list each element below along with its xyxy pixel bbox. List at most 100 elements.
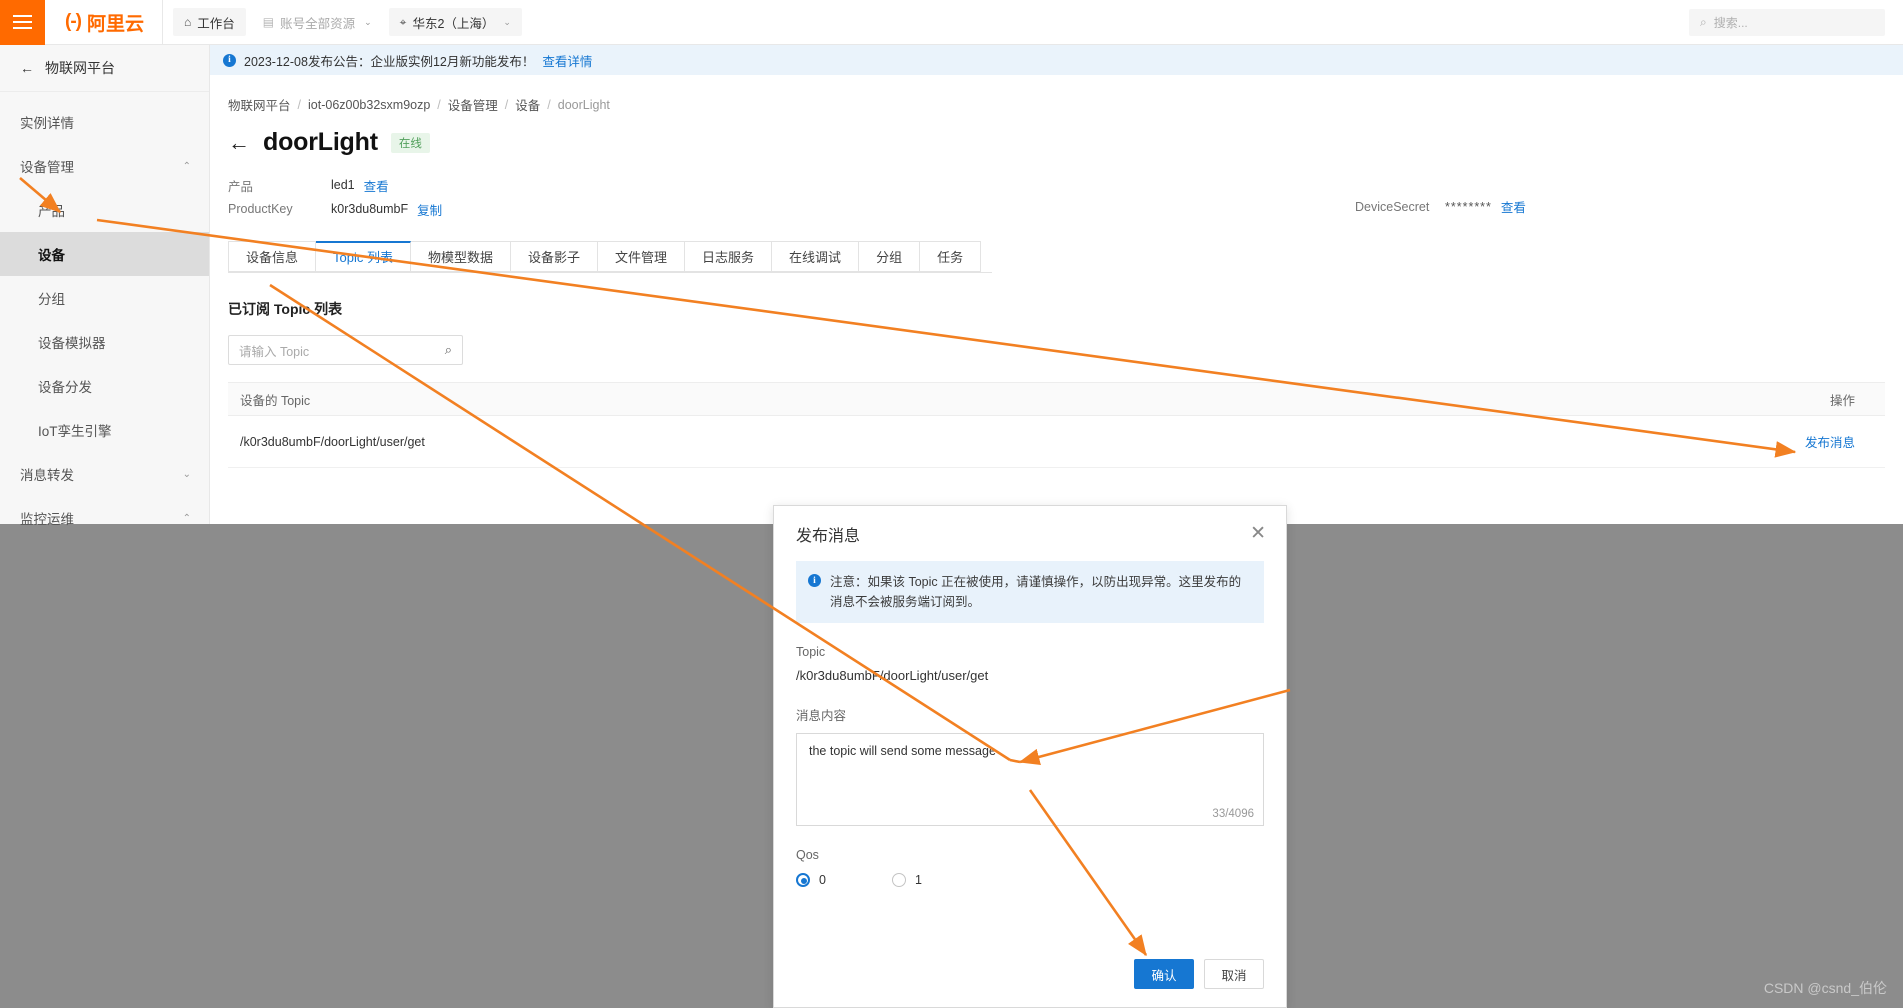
close-icon[interactable]: ✕ bbox=[1250, 524, 1266, 543]
device-secret-value: ******** bbox=[1445, 199, 1492, 214]
announcement-banner: i 2023-12-08发布公告：企业版实例12月新功能发布！ 查看详情 bbox=[210, 45, 1903, 75]
aliyun-logo[interactable]: (-) 阿里云 bbox=[45, 0, 163, 45]
tab-online-debug[interactable]: 在线调试 bbox=[772, 241, 860, 272]
info-icon: i bbox=[808, 574, 821, 587]
sidebar-item-label: 监控运维 bbox=[20, 512, 74, 527]
resources-icon: ▤ bbox=[262, 15, 275, 29]
sidebar-item-device-distribution[interactable]: 设备分发 bbox=[0, 364, 209, 408]
breadcrumb-separator: / bbox=[547, 97, 551, 112]
tab-thing-model-data[interactable]: 物模型数据 bbox=[410, 241, 511, 272]
sidebar-item-label: 产品 bbox=[38, 204, 65, 219]
aliyun-brand-text: 阿里云 bbox=[86, 13, 144, 35]
sidebar-item-groups[interactable]: 分组 bbox=[0, 276, 209, 320]
global-search-placeholder: 搜索... bbox=[1713, 16, 1748, 30]
sidebar-item-iot-twin-engine[interactable]: IoT孪生引擎 bbox=[0, 408, 209, 452]
nav-all-resources-button[interactable]: ▤ 账号全部资源 ⌄ bbox=[251, 8, 383, 36]
sidebar-item-device-simulator[interactable]: 设备模拟器 bbox=[0, 320, 209, 364]
view-device-secret-link[interactable]: 查看 bbox=[1501, 197, 1526, 216]
breadcrumb: 物联网平台 / iot-06z00b32sxm9ozp / 设备管理 / 设备 … bbox=[210, 75, 1903, 114]
global-search-input[interactable]: ⌕ 搜索... bbox=[1689, 9, 1885, 36]
tab-device-shadow[interactable]: 设备影子 bbox=[511, 241, 599, 272]
hamburger-menu-icon[interactable] bbox=[0, 0, 45, 45]
tab-tasks[interactable]: 任务 bbox=[920, 241, 982, 272]
sidebar-item-products[interactable]: 产品 bbox=[0, 188, 209, 232]
qos-radio-0[interactable]: 0 bbox=[796, 873, 826, 887]
search-icon: ⌕ bbox=[1700, 15, 1707, 29]
sidebar-item-label: 设备分发 bbox=[38, 380, 92, 395]
nav-workbench-button[interactable]: ⌂ 工作台 bbox=[173, 8, 246, 36]
dialog-title: 发布消息 bbox=[796, 527, 861, 545]
message-content-textarea[interactable]: the topic will send some message 33/4096 bbox=[796, 733, 1264, 826]
sidebar-item-label: IoT孪生引擎 bbox=[38, 424, 112, 439]
tab-log-service[interactable]: 日志服务 bbox=[685, 241, 773, 272]
device-meta: 产品 led1 查看 ProductKey k0r3du8umbF 复制 Dev… bbox=[210, 157, 1903, 221]
sidebar-item-devices[interactable]: 设备 bbox=[0, 232, 209, 276]
confirm-button[interactable]: 确认 bbox=[1134, 959, 1194, 989]
location-icon: ⌖ bbox=[399, 14, 407, 29]
page-title-row: ← doorLight 在线 bbox=[210, 114, 1903, 157]
dialog-header: 发布消息 ✕ bbox=[774, 506, 1286, 561]
sidebar-header-label: 物联网平台 bbox=[45, 60, 115, 76]
breadcrumb-item-3[interactable]: 设备 bbox=[515, 95, 540, 114]
dialog-footer: 确认 取消 bbox=[1134, 959, 1264, 989]
nav-workbench-label: 工作台 bbox=[197, 16, 235, 31]
main-content: i 2023-12-08发布公告：企业版实例12月新功能发布！ 查看详情 物联网… bbox=[210, 45, 1903, 524]
breadcrumb-item-0[interactable]: 物联网平台 bbox=[228, 95, 291, 114]
tab-device-info[interactable]: 设备信息 bbox=[228, 241, 317, 272]
device-meta-key: 产品 bbox=[228, 179, 254, 194]
publish-message-link[interactable]: 发布消息 bbox=[1805, 436, 1855, 450]
qos-radio-1[interactable]: 1 bbox=[891, 873, 922, 887]
section-title: 已订阅 Topic 列表 bbox=[228, 301, 343, 317]
sidebar: ← 物联网平台 实例详情 设备管理 ⌃ 产品 设备 分组 设备模拟器 设备分发 … bbox=[0, 45, 210, 527]
nav-region-button[interactable]: ⌖ 华东2（上海） ⌄ bbox=[388, 8, 522, 36]
sidebar-menu: 实例详情 设备管理 ⌃ 产品 设备 分组 设备模拟器 设备分发 IoT孪生引擎 … bbox=[0, 92, 209, 540]
breadcrumb-item-1[interactable]: iot-06z00b32sxm9ozp bbox=[308, 98, 430, 112]
aliyun-mark-icon: (-) bbox=[65, 11, 82, 32]
sidebar-back-header[interactable]: ← 物联网平台 bbox=[0, 45, 209, 92]
chevron-down-icon: ⌄ bbox=[364, 16, 372, 27]
page-back-arrow-icon[interactable]: ← bbox=[228, 131, 250, 154]
sidebar-item-label: 消息转发 bbox=[20, 468, 74, 483]
chevron-up-icon: ⌃ bbox=[182, 512, 191, 524]
radio-selected-icon bbox=[796, 873, 810, 887]
device-meta-row-product: 产品 led1 查看 bbox=[228, 173, 1903, 197]
sidebar-item-instance-details[interactable]: 实例详情 bbox=[0, 100, 209, 144]
qos-radio-group: 0 1 bbox=[796, 873, 1264, 887]
publish-message-dialog: 发布消息 ✕ i 注意：如果该 Topic 正在被使用，请谨慎操作，以防出现异常… bbox=[773, 505, 1287, 1008]
sidebar-item-label: 实例详情 bbox=[20, 116, 74, 131]
sidebar-item-monitoring-ops[interactable]: 监控运维 ⌃ bbox=[0, 496, 209, 540]
tab-groups[interactable]: 分组 bbox=[859, 241, 921, 272]
breadcrumb-separator: / bbox=[297, 97, 301, 112]
device-meta-value: k0r3du8umbF bbox=[331, 202, 409, 216]
sidebar-item-device-management[interactable]: 设备管理 ⌃ bbox=[0, 144, 209, 188]
topic-table: 设备的 Topic 操作 /k0r3du8umbF/doorLight/user… bbox=[228, 382, 1885, 468]
breadcrumb-item-4: doorLight bbox=[557, 97, 610, 112]
top-navigation-bar: (-) 阿里云 ⌂ 工作台 ▤ 账号全部资源 ⌄ ⌖ 华东2（上海） ⌄ ⌕ 搜… bbox=[0, 0, 1903, 45]
message-content-label: 消息内容 bbox=[796, 709, 847, 723]
page-title: doorLight bbox=[263, 128, 378, 156]
cell-action: 发布消息 bbox=[1715, 432, 1885, 451]
qos-radio-0-label: 0 bbox=[819, 873, 826, 887]
chevron-down-icon: ⌄ bbox=[503, 16, 511, 27]
character-counter: 33/4096 bbox=[1212, 808, 1254, 820]
device-meta-value: led1 bbox=[331, 178, 355, 192]
tab-file-management[interactable]: 文件管理 bbox=[598, 241, 686, 272]
app-root: (-) 阿里云 ⌂ 工作台 ▤ 账号全部资源 ⌄ ⌖ 华东2（上海） ⌄ ⌕ 搜… bbox=[0, 0, 1903, 1008]
cell-topic: /k0r3du8umbF/doorLight/user/get bbox=[240, 434, 425, 449]
tab-topic-list[interactable]: Topic 列表 bbox=[316, 241, 411, 272]
sidebar-item-message-forwarding[interactable]: 消息转发 ⌄ bbox=[0, 452, 209, 496]
cancel-button[interactable]: 取消 bbox=[1204, 959, 1264, 989]
info-icon: i bbox=[223, 53, 236, 67]
breadcrumb-separator: / bbox=[437, 97, 441, 112]
copy-productkey-link[interactable]: 复制 bbox=[417, 200, 442, 219]
announcement-detail-link[interactable]: 查看详情 bbox=[542, 51, 592, 70]
sidebar-item-label: 设备管理 bbox=[20, 160, 74, 175]
back-arrow-icon: ← bbox=[20, 60, 34, 76]
breadcrumb-item-2[interactable]: 设备管理 bbox=[448, 95, 498, 114]
topic-search-placeholder: 请输入 Topic bbox=[239, 344, 310, 359]
csdn-watermark: CSDN @csnd_伯伦 bbox=[1763, 980, 1887, 996]
topic-search-input[interactable]: 请输入 Topic ⌕ bbox=[228, 335, 463, 365]
view-product-link[interactable]: 查看 bbox=[364, 176, 389, 195]
nav-all-resources-label: 账号全部资源 bbox=[280, 16, 356, 31]
message-content-value: the topic will send some message bbox=[809, 744, 996, 758]
